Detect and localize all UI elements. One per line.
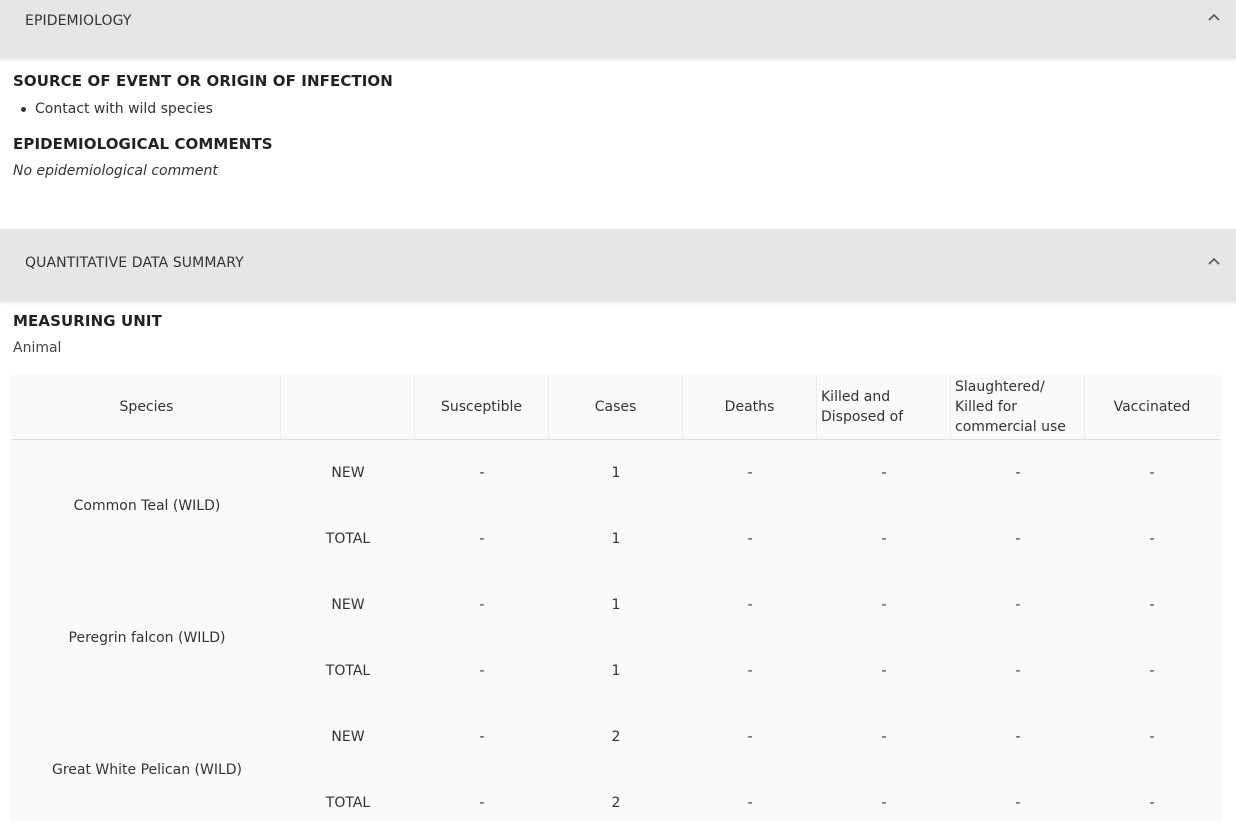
cell-deaths: -	[747, 465, 753, 481]
cell-susceptible: -	[479, 531, 485, 547]
cell-deaths: -	[747, 663, 753, 679]
quantitative-table: Species Susceptible Cases Deaths Killed …	[13, 375, 1219, 821]
cell-vaccinated: -	[1149, 597, 1155, 613]
section-title: EPIDEMIOLOGY	[25, 13, 132, 29]
comments-heading: EPIDEMIOLOGICAL COMMENTS	[13, 135, 273, 153]
column-header-species: Species	[13, 375, 281, 439]
source-list: Contact with wild species	[21, 100, 213, 118]
cell-vaccinated: -	[1149, 465, 1155, 481]
cell-vaccinated: -	[1149, 531, 1155, 547]
table-row: TOTAL - 1 - - - -	[281, 506, 1219, 572]
chevron-up-icon[interactable]	[1206, 254, 1222, 270]
comments-text: No epidemiological comment	[13, 163, 218, 179]
row-type: TOTAL	[325, 795, 371, 811]
cell-slaughtered: -	[1015, 795, 1021, 811]
table-header: Species Susceptible Cases Deaths Killed …	[13, 375, 1219, 440]
cell-slaughtered: -	[1015, 465, 1021, 481]
species-group: Great White Pelican (WILD) NEW - 2 - - -…	[13, 704, 1219, 821]
table-row: NEW - 1 - - - -	[281, 572, 1219, 638]
cell-cases: 1	[611, 597, 621, 613]
cell-susceptible: -	[479, 597, 485, 613]
species-name: Peregrin falcon (WILD)	[68, 630, 226, 646]
cell-susceptible: -	[479, 663, 485, 679]
column-header-susceptible: Susceptible	[415, 375, 549, 439]
cell-deaths: -	[747, 795, 753, 811]
measuring-unit-heading: MEASURING UNIT	[13, 312, 162, 330]
section-header-quantitative[interactable]: QUANTITATIVE DATA SUMMARY	[0, 229, 1236, 301]
table-row: TOTAL - 2 - - - -	[281, 770, 1219, 821]
column-header-slaughtered: Slaughtered/ Killed for commercial use	[951, 375, 1085, 439]
cell-slaughtered: -	[1015, 729, 1021, 745]
table-row: NEW - 1 - - - -	[281, 440, 1219, 506]
cell-slaughtered: -	[1015, 663, 1021, 679]
source-heading: SOURCE OF EVENT OR ORIGIN OF INFECTION	[13, 72, 393, 90]
cell-slaughtered: -	[1015, 531, 1021, 547]
column-header-killed: Killed and Disposed of	[817, 375, 951, 439]
cell-slaughtered: -	[1015, 597, 1021, 613]
section-header-epidemiology[interactable]: EPIDEMIOLOGY	[0, 0, 1236, 58]
cell-vaccinated: -	[1149, 795, 1155, 811]
row-type: NEW	[331, 597, 365, 613]
cell-cases: 1	[611, 663, 621, 679]
cell-cases: 2	[611, 729, 621, 745]
section-title: QUANTITATIVE DATA SUMMARY	[25, 255, 244, 271]
species-name: Common Teal (WILD)	[73, 498, 221, 514]
cell-deaths: -	[747, 729, 753, 745]
row-type: NEW	[331, 465, 365, 481]
cell-susceptible: -	[479, 795, 485, 811]
cell-killed: -	[881, 465, 887, 481]
column-header-vaccinated: Vaccinated	[1113, 399, 1191, 415]
cell-deaths: -	[747, 597, 753, 613]
cell-killed: -	[881, 663, 887, 679]
species-group: Peregrin falcon (WILD) NEW - 1 - - - - T…	[13, 572, 1219, 704]
row-type: TOTAL	[325, 531, 371, 547]
row-type: NEW	[331, 729, 365, 745]
cell-killed: -	[881, 597, 887, 613]
cell-killed: -	[881, 795, 887, 811]
table-row: TOTAL - 1 - - - -	[281, 638, 1219, 704]
species-group: Common Teal (WILD) NEW - 1 - - - - TOTAL…	[13, 440, 1219, 572]
cell-cases: 1	[611, 531, 621, 547]
cell-susceptible: -	[479, 729, 485, 745]
table-row: NEW - 2 - - - -	[281, 704, 1219, 770]
column-header-deaths: Deaths	[683, 375, 817, 439]
row-type: TOTAL	[325, 663, 371, 679]
species-name: Great White Pelican (WILD)	[52, 762, 242, 778]
list-item: Contact with wild species	[21, 101, 213, 117]
cell-cases: 2	[611, 795, 621, 811]
cell-vaccinated: -	[1149, 729, 1155, 745]
cell-killed: -	[881, 729, 887, 745]
measuring-unit-value: Animal	[13, 340, 62, 356]
column-header-type	[281, 375, 415, 439]
cell-vaccinated: -	[1149, 663, 1155, 679]
cell-cases: 1	[611, 465, 621, 481]
cell-killed: -	[881, 531, 887, 547]
cell-deaths: -	[747, 531, 753, 547]
cell-susceptible: -	[479, 465, 485, 481]
column-header-cases: Cases	[549, 375, 683, 439]
chevron-up-icon[interactable]	[1206, 10, 1222, 26]
